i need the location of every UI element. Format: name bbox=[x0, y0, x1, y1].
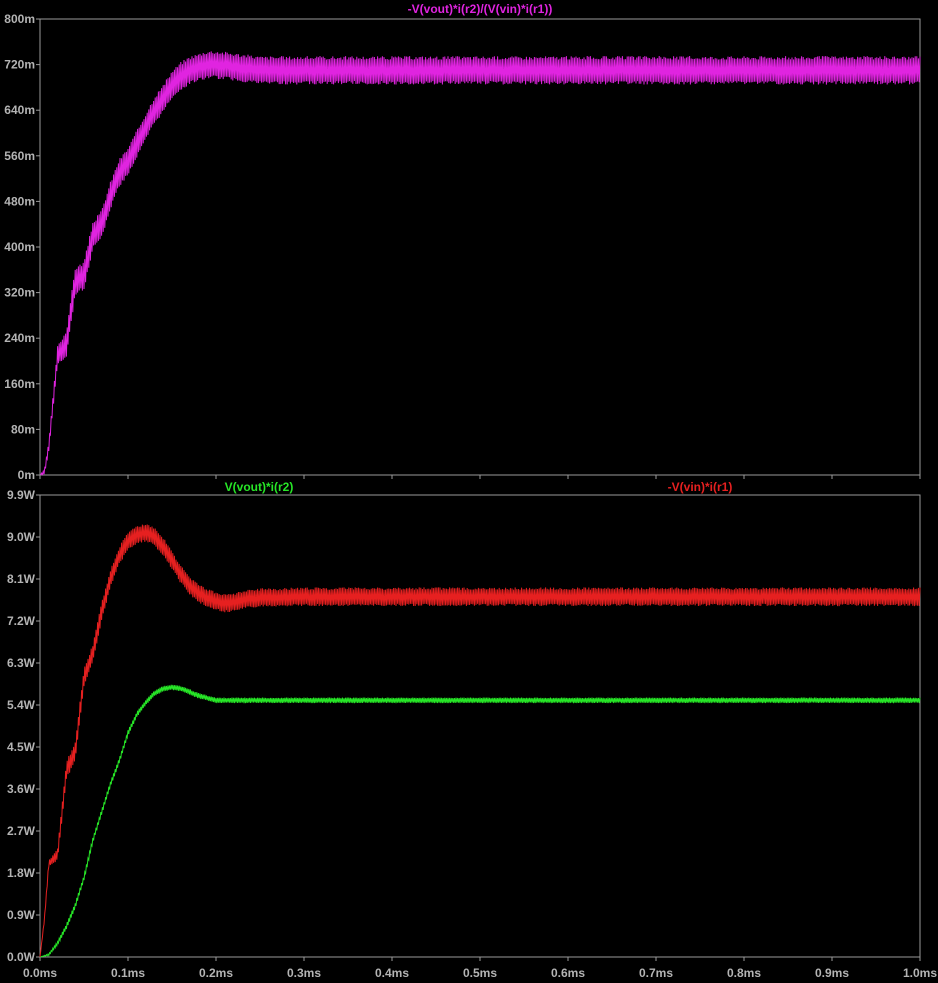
x-tick-label: 0.0ms bbox=[23, 966, 57, 980]
x-tick-label: 0.2ms bbox=[199, 966, 233, 980]
y-tick-label: 9.0W bbox=[7, 530, 36, 544]
x-tick-label: 0.3ms bbox=[287, 966, 321, 980]
y-tick-label: 1.8W bbox=[7, 866, 36, 880]
y-tick-label: 3.6W bbox=[7, 782, 36, 796]
x-tick-label: 0.9ms bbox=[815, 966, 849, 980]
x-tick-label: 0.7ms bbox=[639, 966, 673, 980]
y-tick-label: 8.1W bbox=[7, 572, 36, 586]
y-tick-label: 400m bbox=[4, 240, 35, 254]
legend-output-power[interactable]: V(vout)*i(r2) bbox=[225, 480, 294, 494]
x-tick-label: 0.6ms bbox=[551, 966, 585, 980]
x-tick-label: 1.0ms bbox=[903, 966, 937, 980]
y-tick-label: 240m bbox=[4, 331, 35, 345]
waveform-viewer: -V(vout)*i(r2)/(V(vin)*i(r1)) 0m 80m 160m 2… bbox=[0, 0, 938, 983]
legend-efficiency[interactable]: -V(vout)*i(r2)/(V(vin)*i(r1)) bbox=[408, 2, 553, 16]
y-tick-label: 9.9W bbox=[7, 488, 36, 502]
y-tick-label: 7.2W bbox=[7, 614, 36, 628]
x-tick-label: 0.5ms bbox=[463, 966, 497, 980]
y-tick-label: 0.9W bbox=[7, 908, 36, 922]
y-tick-label: 160m bbox=[4, 377, 35, 391]
x-tick-label: 0.1ms bbox=[111, 966, 145, 980]
y-tick-label: 800m bbox=[4, 12, 35, 26]
y-tick-label: 320m bbox=[4, 286, 35, 300]
x-tick-label: 0.4ms bbox=[375, 966, 409, 980]
y-tick-label: 5.4W bbox=[7, 698, 36, 712]
background bbox=[0, 0, 938, 983]
y-tick-label: 0m bbox=[18, 468, 35, 482]
y-tick-label: 80m bbox=[11, 422, 35, 436]
y-tick-label: 2.7W bbox=[7, 824, 36, 838]
y-tick-label: 560m bbox=[4, 149, 35, 163]
y-tick-label: 0.0W bbox=[7, 950, 36, 964]
y-tick-label: 6.3W bbox=[7, 656, 36, 670]
y-tick-label: 720m bbox=[4, 58, 35, 72]
y-tick-label: 4.5W bbox=[7, 740, 36, 754]
x-tick-label: 0.8ms bbox=[727, 966, 761, 980]
legend-input-power[interactable]: -V(vin)*i(r1) bbox=[668, 480, 733, 494]
y-tick-label: 640m bbox=[4, 103, 35, 117]
y-tick-label: 480m bbox=[4, 194, 35, 208]
